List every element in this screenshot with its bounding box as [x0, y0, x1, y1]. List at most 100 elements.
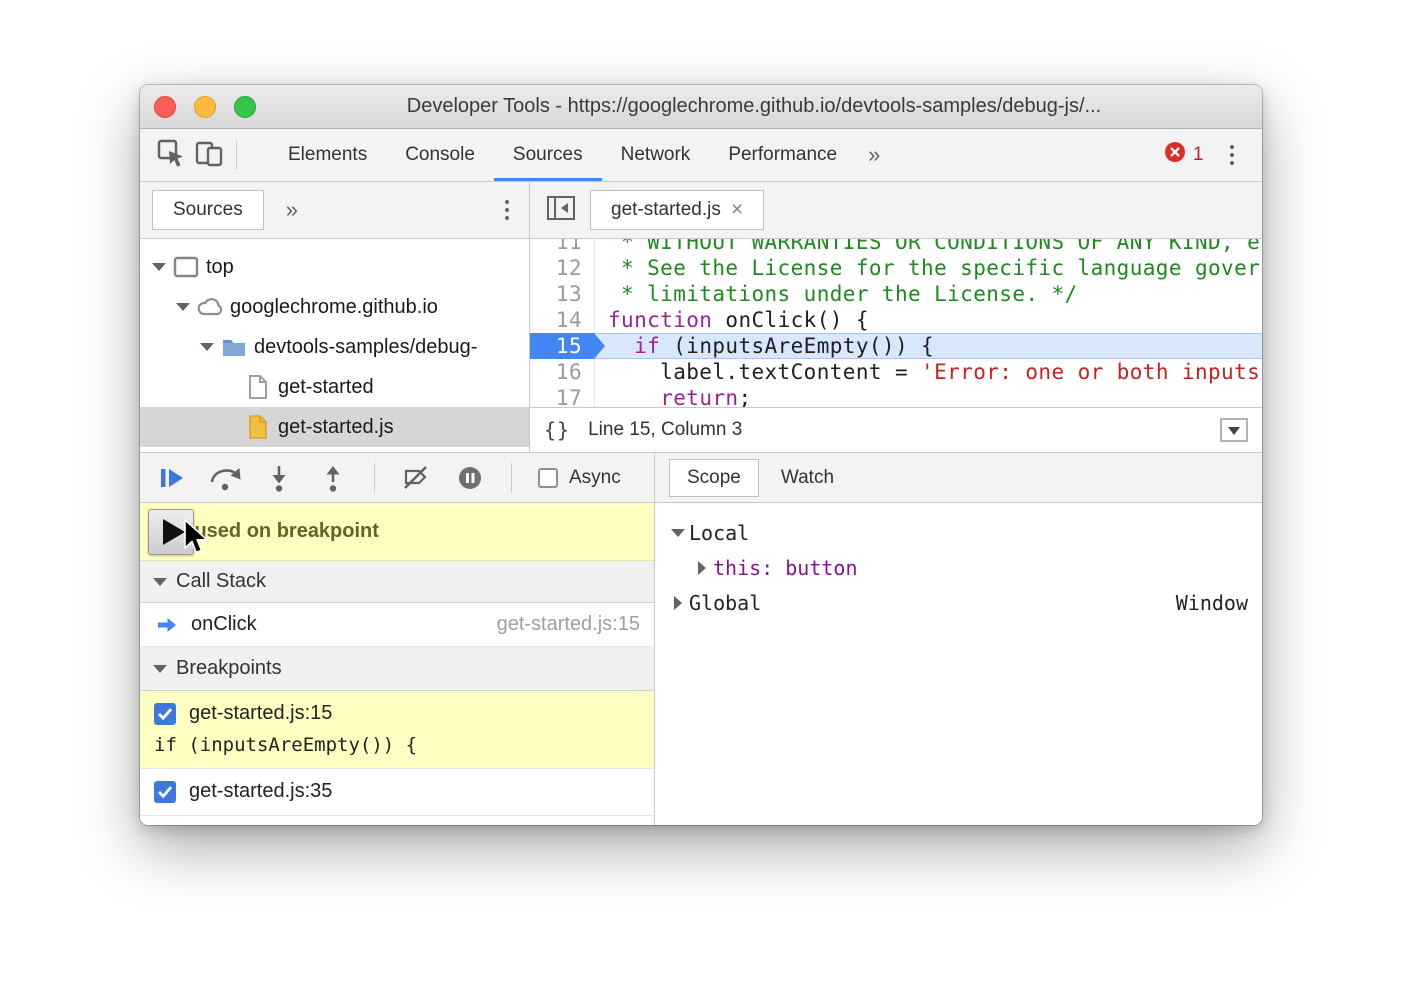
breakpoints-header[interactable]: Breakpoints [140, 647, 654, 691]
navigator-menu-icon[interactable] [497, 200, 518, 221]
code-editor[interactable]: 11 * WITHOUT WARRANTIES OR CONDITIONS OF… [530, 239, 1262, 407]
tab-sources-navigator[interactable]: Sources [152, 190, 264, 230]
breakpoint-checkbox[interactable] [154, 703, 176, 725]
code-line-13[interactable]: 13 * limitations under the License. */ [530, 281, 1262, 307]
scope-item-local[interactable]: Local [655, 515, 1262, 550]
tab-watch[interactable]: Watch [775, 467, 840, 489]
breakpoint-item[interactable]: get-started.js:15if (inputsAreEmpty()) { [140, 691, 654, 769]
scope-name: Local [689, 521, 749, 545]
minimize-button[interactable] [194, 96, 216, 118]
disclosure-triangle-icon[interactable] [667, 529, 689, 537]
tree-item-devtools-samples-debug[interactable]: devtools-samples/debug- [140, 327, 529, 367]
tree-item-label: googlechrome.github.io [230, 296, 438, 319]
navigator-tabbar: Sources » [140, 182, 529, 239]
toggle-navigator-button[interactable] [542, 190, 580, 230]
more-menu-icon[interactable] [1222, 145, 1243, 166]
tab-scope[interactable]: Scope [669, 459, 759, 497]
scope-item-this[interactable]: this: button [655, 550, 1262, 585]
folder-icon [218, 336, 250, 358]
step-over-button[interactable] [204, 457, 246, 499]
disclosure-triangle-icon[interactable] [172, 303, 194, 311]
disclosure-triangle-icon [153, 665, 167, 673]
tree-item-get-started[interactable]: get-started [140, 367, 529, 407]
deactivate-breakpoints-button[interactable] [395, 457, 437, 499]
disclosure-triangle-icon[interactable] [148, 263, 170, 271]
frame-location: get-started.js:15 [497, 613, 640, 636]
scope-name: Global [689, 591, 761, 615]
code-line-text: if (inputsAreEmpty()) { [594, 333, 934, 359]
step-into-button[interactable] [258, 457, 300, 499]
call-stack-frame[interactable]: onClick get-started.js:15 [140, 603, 654, 647]
code-line-text: * See the License for the specific langu… [594, 255, 1260, 281]
line-number[interactable]: 14 [530, 307, 594, 333]
tree-item-googlechrome-github-io[interactable]: googlechrome.github.io [140, 287, 529, 327]
tree-item-top[interactable]: top [140, 247, 529, 287]
devtools-window: Developer Tools - https://googlechrome.g… [140, 85, 1262, 825]
frame-icon [170, 256, 202, 278]
call-stack-header[interactable]: Call Stack [140, 561, 654, 603]
scope-watch-pane: Scope Watch Local this: button Global Window [655, 453, 1262, 825]
tab-sources[interactable]: Sources [494, 129, 602, 181]
device-toolbar-button[interactable] [190, 135, 228, 175]
tree-item-get-started-js[interactable]: get-started.js [140, 407, 529, 447]
inspect-element-button[interactable] [152, 135, 190, 175]
code-line-16[interactable]: 16 label.textContent = 'Error: one or bo… [530, 359, 1262, 385]
line-number[interactable]: 15 [530, 333, 594, 359]
editor-panel: get-started.js × 11 * WITHOUT WARRANTIES… [530, 182, 1262, 452]
async-label: Async [569, 467, 621, 489]
tab-performance[interactable]: Performance [709, 129, 856, 181]
step-out-button[interactable] [312, 457, 354, 499]
main-toolbar: ElementsConsoleSourcesNetworkPerformance… [140, 129, 1262, 182]
line-number[interactable]: 17 [530, 385, 594, 407]
console-error-badge[interactable]: 1 [1164, 141, 1204, 169]
code-line-17[interactable]: 17 return; [530, 385, 1262, 407]
more-tabs-button[interactable]: » [856, 129, 892, 181]
tab-network[interactable]: Network [602, 129, 710, 181]
line-number[interactable]: 12 [530, 255, 594, 281]
sources-lower-split: Async Paused on breakpoint Call Stack on… [140, 452, 1262, 825]
frame-function-name: onClick [191, 613, 257, 636]
async-checkbox[interactable] [538, 468, 558, 488]
scope-value: Window [1176, 591, 1248, 615]
code-line-15[interactable]: 15 if (inputsAreEmpty()) { [530, 333, 1262, 359]
editor-status-bar: {} Line 15, Column 3 [530, 407, 1262, 452]
sources-upper-split: Sources » top googlechrome.github.io devto… [140, 182, 1262, 452]
breakpoint-checkbox[interactable] [154, 781, 176, 803]
navigator-more-tabs-button[interactable]: » [274, 182, 310, 238]
toggle-drawer-button[interactable] [1220, 418, 1248, 442]
error-count: 1 [1193, 144, 1204, 166]
inspect-cursor-icon [156, 138, 186, 173]
scope-tree: Local this: button Global Window [655, 503, 1262, 620]
device-toolbar-icon [194, 138, 224, 173]
code-line-12[interactable]: 12 * See the License for the specific la… [530, 255, 1262, 281]
debugger-pane: Async Paused on breakpoint Call Stack on… [140, 453, 655, 825]
close-tab-icon[interactable]: × [731, 198, 743, 222]
window-title: Developer Tools - https://googlechrome.g… [270, 95, 1262, 118]
toolbar-separator [374, 463, 375, 493]
line-number[interactable]: 16 [530, 359, 594, 385]
tab-console[interactable]: Console [386, 129, 494, 181]
pause-on-exceptions-button[interactable] [449, 457, 491, 499]
scope-item-global[interactable]: Global Window [655, 585, 1262, 620]
disclosure-triangle-icon[interactable] [196, 343, 218, 351]
close-button[interactable] [154, 96, 176, 118]
code-line-text: label.textContent = 'Error: one or both … [594, 359, 1260, 385]
tab-elements[interactable]: Elements [269, 129, 386, 181]
code-line-11[interactable]: 11 * WITHOUT WARRANTIES OR CONDITIONS OF… [530, 239, 1262, 255]
resume-button[interactable] [150, 457, 192, 499]
code-line-14[interactable]: 14function onClick() { [530, 307, 1262, 333]
disclosure-triangle-icon[interactable] [691, 561, 713, 575]
code-line-text: return; [594, 385, 752, 407]
zoom-button[interactable] [234, 96, 256, 118]
disclosure-triangle-icon[interactable] [667, 596, 689, 610]
navigator-panel: Sources » top googlechrome.github.io devto… [140, 182, 530, 452]
line-number[interactable]: 13 [530, 281, 594, 307]
step-over-icon [208, 464, 242, 492]
breakpoint-item[interactable]: get-started.js:35 [140, 769, 654, 816]
pretty-print-button[interactable]: {} [544, 418, 570, 442]
breakpoint-location: get-started.js:15 [189, 702, 332, 725]
editor-tab-get-started-js[interactable]: get-started.js × [590, 190, 764, 230]
code-line-text: function onClick() { [594, 307, 869, 333]
line-number[interactable]: 11 [530, 239, 594, 255]
current-frame-arrow-icon [154, 616, 180, 634]
